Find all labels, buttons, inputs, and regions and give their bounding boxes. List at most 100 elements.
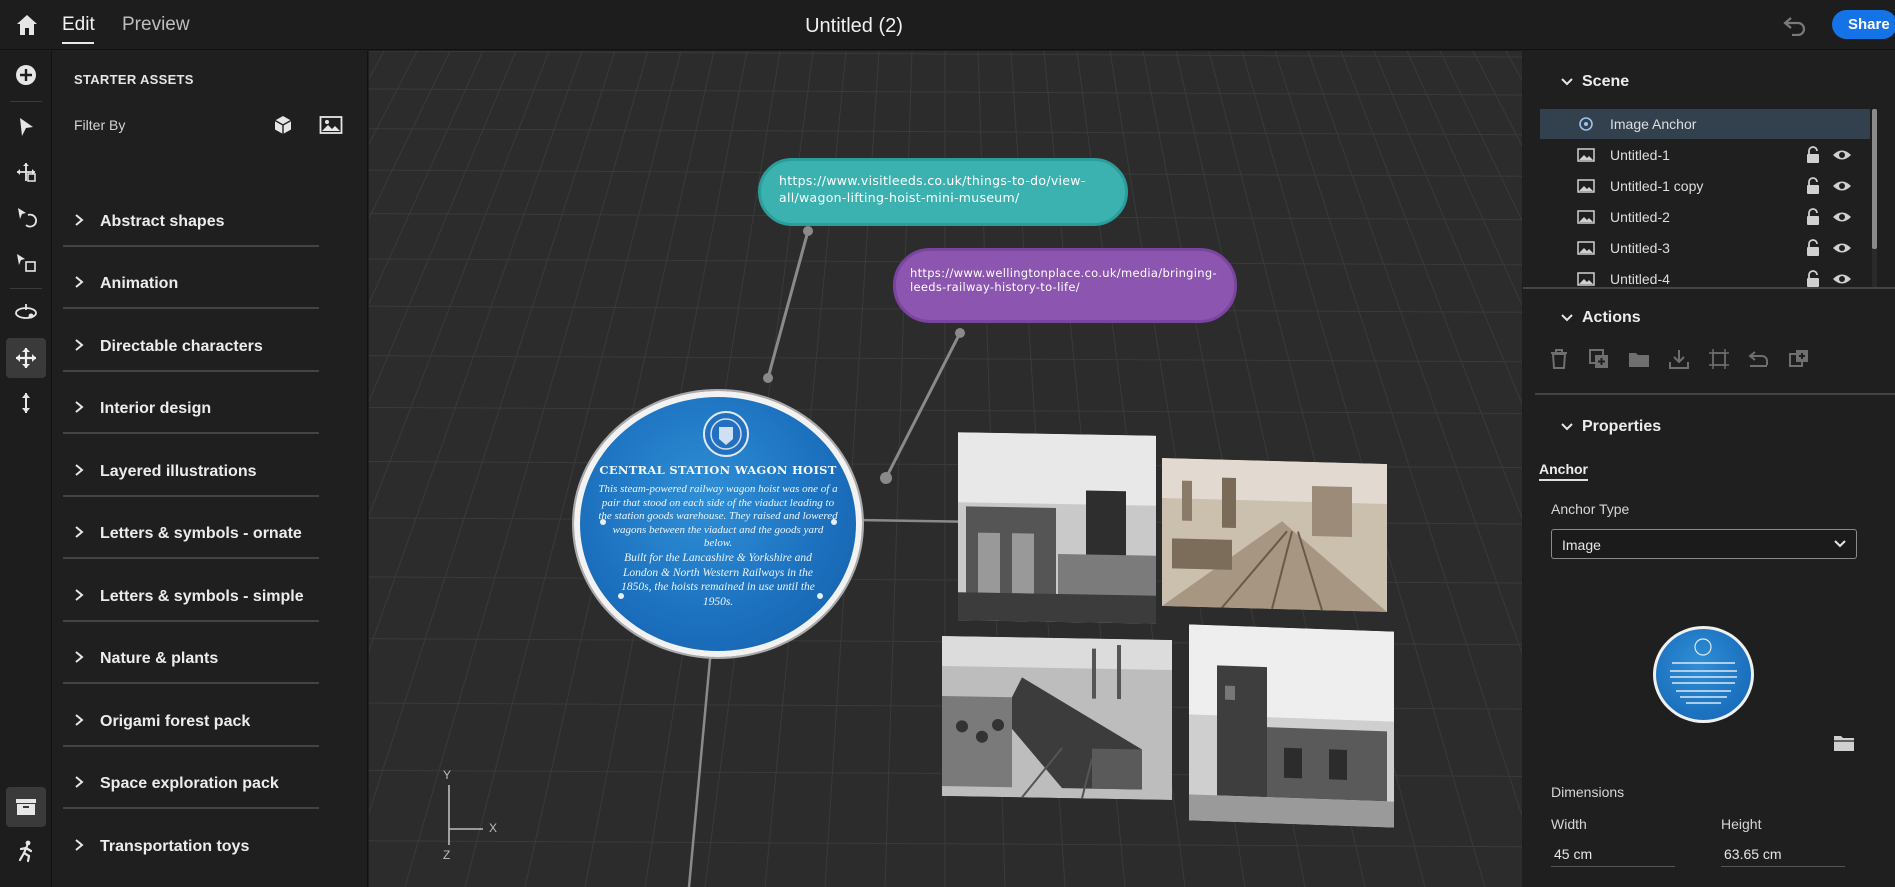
plaque-footer-text: Built for the Lancashire & Yorkshire and… xyxy=(621,552,815,608)
select-icon[interactable] xyxy=(6,107,46,147)
category-letters-symbols-ornate[interactable]: Letters & symbols - ornate xyxy=(63,507,319,559)
anchor-image-thumbnail[interactable] xyxy=(1653,626,1754,723)
category-label: Letters & symbols - ornate xyxy=(100,525,302,542)
photo-untitled-3[interactable] xyxy=(1189,624,1394,828)
height-field[interactable]: 63.65 cm xyxy=(1721,841,1845,867)
unlock-icon[interactable] xyxy=(1806,208,1820,226)
category-interior-design[interactable]: Interior design xyxy=(63,382,319,434)
category-nature-plants[interactable]: Nature & plants xyxy=(63,632,319,684)
replace-icon[interactable] xyxy=(1787,347,1811,371)
plaque-rivet xyxy=(600,519,606,525)
document-title: Untitled (2) xyxy=(805,15,903,37)
import-icon[interactable] xyxy=(1667,347,1691,371)
category-layered-illustrations[interactable]: Layered illustrations xyxy=(63,445,319,497)
dimensions-label: Dimensions xyxy=(1551,784,1625,800)
url-bubble-visitleeds[interactable]: https://www.visitleeds.co.uk/things-to-d… xyxy=(758,158,1128,226)
rail-divider xyxy=(10,288,42,289)
plaque-heading: CENTRAL STATION WAGON HOIST xyxy=(599,463,837,477)
visibility-eye-icon[interactable] xyxy=(1832,241,1852,255)
tab-anchor[interactable]: Anchor xyxy=(1539,461,1588,481)
scene-item-untitled-1[interactable]: Untitled-1 xyxy=(1540,140,1870,170)
filter-3d-icon[interactable] xyxy=(272,114,294,136)
share-button[interactable]: Share xyxy=(1832,10,1895,39)
chevron-right-icon xyxy=(75,714,84,726)
visibility-eye-icon[interactable] xyxy=(1832,179,1852,193)
chevron-down-icon xyxy=(1834,540,1846,548)
image-icon xyxy=(1577,272,1595,286)
assets-title: STARTER ASSETS xyxy=(74,72,194,87)
tab-edit-indicator xyxy=(62,42,94,44)
unlock-icon[interactable] xyxy=(1806,177,1820,195)
delete-icon[interactable] xyxy=(1547,347,1571,371)
photo-untitled-2[interactable] xyxy=(942,635,1172,801)
scene-item-label: Untitled-1 xyxy=(1610,147,1670,163)
scene-viewport[interactable]: https://www.visitleeds.co.uk/things-to-d… xyxy=(369,51,1522,887)
url-bubble-wellingtonplace[interactable]: https://www.wellingtonplace.co.uk/media/… xyxy=(893,248,1237,323)
category-letters-symbols-simple[interactable]: Letters & symbols - simple xyxy=(63,570,319,622)
anchor-type-value: Image xyxy=(1562,537,1601,553)
category-origami-forest-pack[interactable]: Origami forest pack xyxy=(63,695,319,747)
scene-item-label: Untitled-2 xyxy=(1610,209,1670,225)
chevron-right-icon xyxy=(75,464,84,476)
unlock-icon[interactable] xyxy=(1806,239,1820,257)
unlock-icon[interactable] xyxy=(1806,146,1820,164)
anchor-type-dropdown[interactable]: Image xyxy=(1551,529,1857,559)
anchor-icon xyxy=(1579,117,1593,131)
category-abstract-shapes[interactable]: Abstract shapes xyxy=(63,195,319,247)
width-field[interactable]: 45 cm xyxy=(1551,841,1675,867)
photo-untitled-1[interactable] xyxy=(958,432,1156,624)
actions-section-header[interactable]: Actions xyxy=(1561,309,1641,327)
chevron-right-icon xyxy=(75,339,84,351)
scene-item-label: Untitled-3 xyxy=(1610,240,1670,256)
scene-list: Image Anchor Untitled-1 Untitled-1 copy … xyxy=(1540,109,1870,289)
folder-icon[interactable] xyxy=(1833,734,1855,752)
image-icon xyxy=(1577,241,1595,255)
visibility-eye-icon[interactable] xyxy=(1832,272,1852,286)
plaque-body-text: This steam-powered railway wagon hoist w… xyxy=(598,483,838,549)
properties-section-header[interactable]: Properties xyxy=(1561,418,1661,436)
category-animation[interactable]: Animation xyxy=(63,257,319,309)
chevron-down-icon xyxy=(1561,314,1573,322)
image-icon xyxy=(1577,210,1595,224)
chevron-down-icon xyxy=(1561,423,1573,431)
filter-image-icon[interactable] xyxy=(319,115,343,135)
scene-item-untitled-2[interactable]: Untitled-2 xyxy=(1540,202,1870,232)
rotate-icon[interactable] xyxy=(6,197,46,237)
category-space-exploration-pack[interactable]: Space exploration pack xyxy=(63,757,319,809)
add-icon[interactable] xyxy=(6,55,46,95)
move-icon[interactable] xyxy=(6,152,46,192)
axis-z-label: Z xyxy=(443,848,451,862)
reset-icon[interactable] xyxy=(1747,347,1771,371)
unlock-icon[interactable] xyxy=(1806,270,1820,288)
undo-icon[interactable] xyxy=(1782,14,1808,36)
actions-title: Actions xyxy=(1582,309,1641,326)
assets-icon[interactable] xyxy=(6,787,46,827)
blue-plaque-image-anchor[interactable]: CENTRAL STATION WAGON HOIST This steam-p… xyxy=(574,391,862,657)
visibility-eye-icon[interactable] xyxy=(1832,210,1852,224)
scene-item-image-anchor[interactable]: Image Anchor xyxy=(1540,109,1870,139)
fit-bounds-icon[interactable] xyxy=(1707,347,1731,371)
chevron-right-icon xyxy=(75,214,84,226)
pan-icon[interactable] xyxy=(6,338,46,378)
tool-rail xyxy=(0,51,52,887)
scrollbar-thumb[interactable] xyxy=(1872,109,1877,249)
scene-section-header[interactable]: Scene xyxy=(1561,73,1629,91)
actions-icon[interactable] xyxy=(6,831,46,871)
category-directable-characters[interactable]: Directable characters xyxy=(63,320,319,372)
category-label: Origami forest pack xyxy=(100,713,251,730)
scale-icon[interactable] xyxy=(6,242,46,282)
scene-item-label: Image Anchor xyxy=(1610,116,1697,132)
category-transportation-toys[interactable]: Transportation toys xyxy=(63,820,319,872)
dolly-icon[interactable] xyxy=(6,383,46,423)
scene-item-untitled-3[interactable]: Untitled-3 xyxy=(1540,233,1870,263)
group-folder-icon[interactable] xyxy=(1627,347,1651,371)
scene-item-label: Untitled-4 xyxy=(1610,271,1670,287)
photo-untitled-1-copy[interactable] xyxy=(1162,458,1387,612)
scene-item-untitled-4[interactable]: Untitled-4 xyxy=(1540,264,1870,289)
duplicate-icon[interactable] xyxy=(1587,347,1611,371)
anchor-type-label: Anchor Type xyxy=(1551,501,1630,517)
scene-list-scrollbar[interactable] xyxy=(1872,109,1877,289)
visibility-eye-icon[interactable] xyxy=(1832,148,1852,162)
orbit-icon[interactable] xyxy=(6,293,46,333)
scene-item-untitled-1-copy[interactable]: Untitled-1 copy xyxy=(1540,171,1870,201)
